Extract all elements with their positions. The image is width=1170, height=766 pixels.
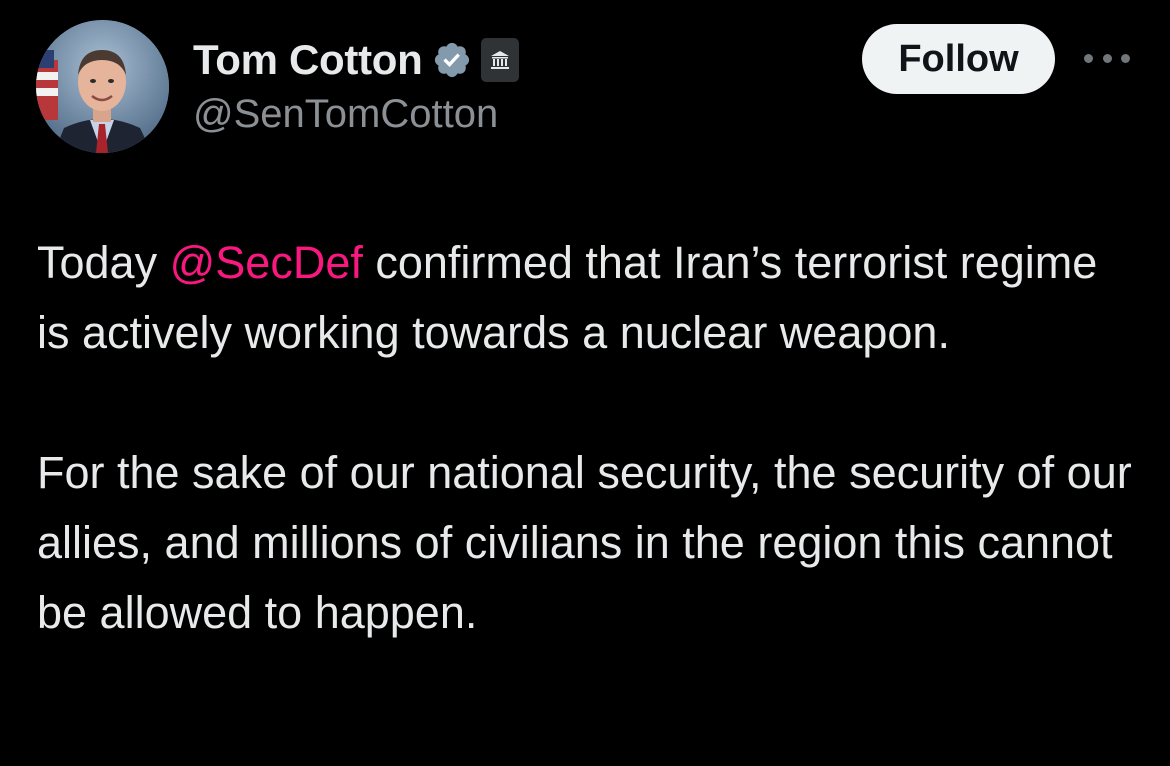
author-handle[interactable]: @SenTomCotton xyxy=(193,92,498,137)
display-name[interactable]: Tom Cotton xyxy=(193,36,423,84)
government-building-icon[interactable] xyxy=(481,38,520,82)
tweet-text: Today @SecDef confirmed that Iran’s terr… xyxy=(37,228,1137,648)
follow-button[interactable]: Follow xyxy=(862,24,1055,94)
tweet-text-start: Today xyxy=(37,237,170,288)
tweet-paragraph: Today @SecDef confirmed that Iran’s terr… xyxy=(37,228,1137,368)
verified-badge-icon[interactable] xyxy=(432,40,472,80)
avatar[interactable] xyxy=(36,20,169,153)
mention-link[interactable]: @SecDef xyxy=(170,237,363,288)
author-name-row: Tom Cotton xyxy=(193,36,520,84)
avatar-portrait-icon xyxy=(36,20,169,153)
tweet-card: Tom Cotton @SenTomCotton Follow Today @S… xyxy=(0,0,1170,766)
tweet-paragraph: For the sake of our national security, t… xyxy=(37,447,1132,638)
more-dot xyxy=(1084,53,1093,63)
more-options-icon[interactable] xyxy=(1084,42,1130,74)
more-dot xyxy=(1121,53,1130,63)
more-dot xyxy=(1102,53,1112,63)
